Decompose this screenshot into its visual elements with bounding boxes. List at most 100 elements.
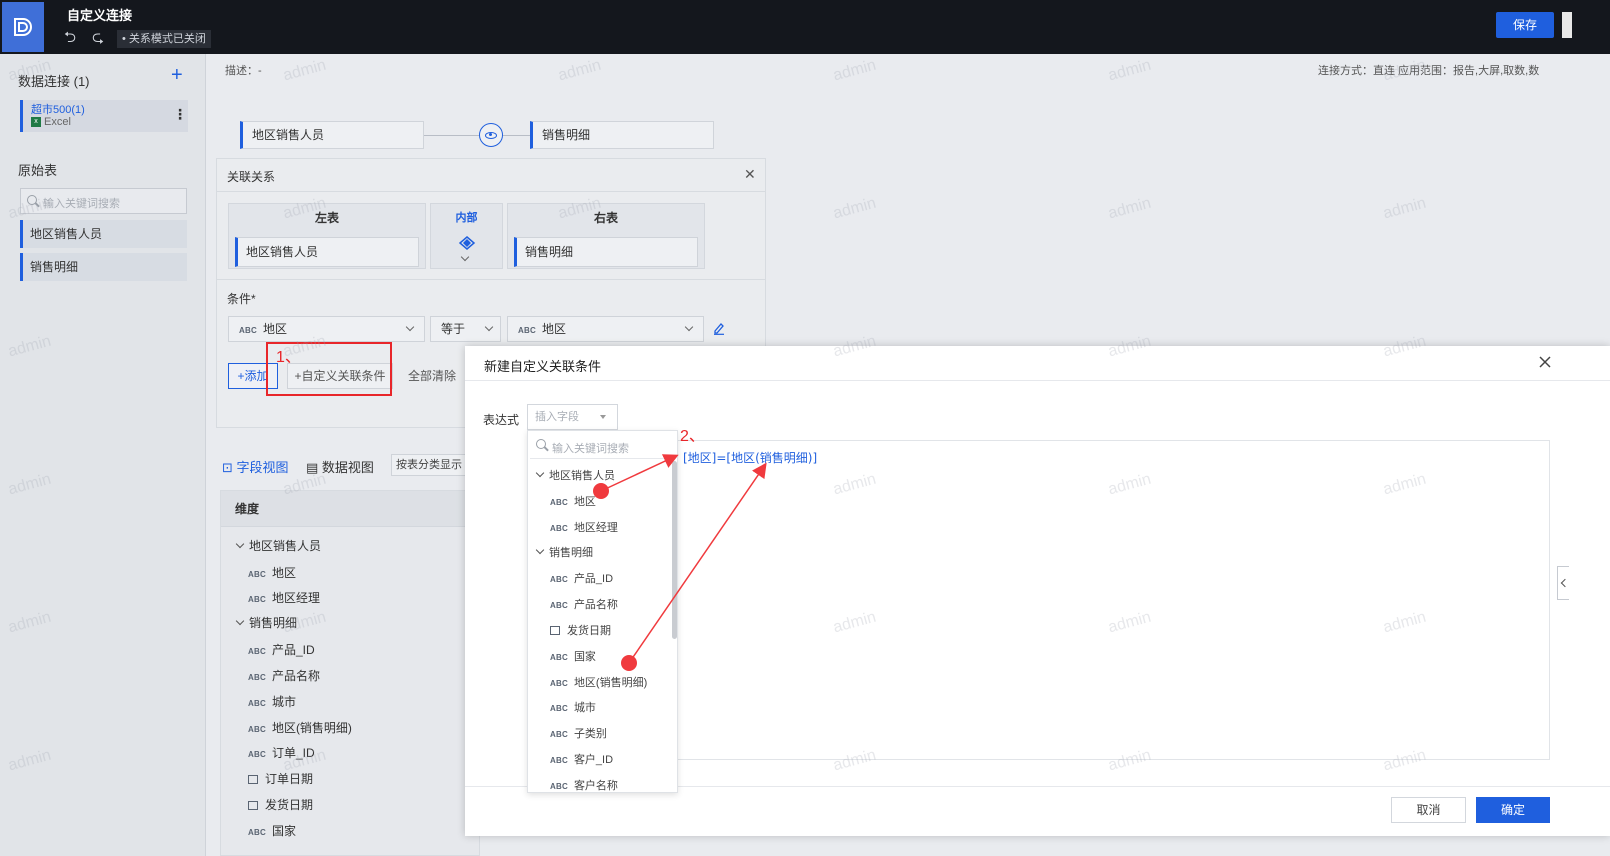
condition-left-select[interactable]: ABC 地区 — [228, 316, 425, 342]
close-icon[interactable]: ✕ — [744, 166, 756, 183]
chevron-down-icon — [405, 322, 415, 332]
dropdown-group[interactable]: 地区销售人员 — [535, 467, 615, 483]
text-field-icon: ABC — [550, 704, 568, 713]
relation-panel-title: 关联关系 — [227, 170, 276, 184]
dropdown-field[interactable]: ABC 城市 — [550, 699, 596, 715]
dropdown-field[interactable]: ABC 产品_ID — [550, 570, 613, 586]
text-field-icon: ABC — [248, 673, 266, 682]
dropdown-field[interactable]: ABC 产品名称 — [550, 596, 618, 612]
more-button-edge[interactable] — [1562, 12, 1572, 38]
insert-field-select[interactable]: 插入字段 — [527, 404, 618, 430]
expression-editor[interactable]: [地区]=[地区(销售明细)] — [677, 440, 1550, 760]
dropdown-field[interactable]: ABC 地区(销售明细) — [550, 674, 647, 690]
edit-icon[interactable] — [713, 321, 725, 335]
dropdown-field[interactable]: ABC 客户_ID — [550, 751, 613, 767]
dropdown-field[interactable]: ABC 地区经理 — [550, 519, 618, 535]
confirm-button[interactable]: 确定 — [1476, 797, 1550, 823]
search-icon — [536, 439, 546, 449]
dropdown-field[interactable]: ABC 地区 — [550, 493, 596, 509]
dropdown-scrollbar[interactable] — [672, 461, 677, 639]
save-button[interactable]: 保存 — [1496, 12, 1554, 38]
join-type-label: 内部 — [455, 212, 478, 224]
data-view-icon: ▤ — [306, 460, 319, 475]
join-type-column[interactable]: 内部 — [430, 203, 503, 269]
inner-join-icon — [458, 236, 476, 250]
field-view-icon: ⊡ — [222, 460, 233, 475]
right-table-field[interactable]: 销售明细 — [514, 237, 698, 267]
date-field-icon — [550, 626, 560, 635]
watermark: admin — [556, 56, 603, 85]
watermark: admin — [831, 194, 878, 223]
text-field-icon: ABC — [248, 699, 266, 708]
expression-label: 表达式 — [483, 413, 520, 427]
more-vertical-icon[interactable]: ⋮ — [173, 106, 187, 123]
add-connection-icon[interactable]: + — [171, 65, 183, 85]
relation-mode-toggle[interactable]: • 关系模式已关闭 — [117, 30, 211, 48]
table-item[interactable]: 销售明细 — [20, 253, 187, 281]
tree-field[interactable]: ABC 地区经理 — [248, 589, 320, 606]
condition-operator-select[interactable]: 等于 — [430, 316, 501, 342]
page-title: 自定义连接 — [67, 8, 133, 23]
condition-right-select[interactable]: ABC 地区 — [507, 316, 704, 342]
watermark: admin — [281, 56, 328, 85]
left-table-field[interactable]: 地区销售人员 — [235, 237, 419, 267]
chevron-down-icon — [535, 545, 545, 555]
undo-icon[interactable]: ⮌ — [64, 30, 76, 46]
tab-field-view[interactable]: ⊡ 字段视图 — [222, 457, 289, 476]
cancel-button[interactable]: 取消 — [1391, 797, 1466, 823]
chevron-down-icon — [235, 539, 245, 549]
tree-group[interactable]: 销售明细 — [235, 614, 297, 631]
close-icon[interactable] — [1538, 355, 1552, 369]
watermark: admin — [1106, 56, 1153, 85]
dropdown-field[interactable]: ABC 客户名称 — [550, 777, 618, 792]
text-field-icon: ABC — [239, 326, 257, 335]
tree-field[interactable]: 发货日期 — [248, 796, 313, 813]
excel-icon: x — [31, 117, 41, 127]
date-field-icon — [248, 775, 258, 784]
left-table-node[interactable]: 地区销售人员 — [240, 121, 424, 149]
tree-field[interactable]: ABC 订单_ID — [248, 744, 315, 761]
dropdown-search-input[interactable]: 输入关键词搜索 — [530, 433, 675, 459]
connection-card[interactable]: 超市500(1) x Excel ⋮ — [20, 100, 188, 132]
tree-field[interactable]: ABC 产品名称 — [248, 667, 320, 684]
text-field-icon: ABC — [248, 570, 266, 579]
dropdown-field[interactable]: ABC 子类别 — [550, 725, 607, 741]
app-logo[interactable] — [2, 2, 44, 52]
tree-field[interactable]: ABC 产品_ID — [248, 641, 315, 658]
clear-all-button[interactable]: 全部清除 — [402, 363, 462, 389]
tree-field[interactable]: ABC 地区(销售明细) — [248, 719, 352, 736]
right-table-column: 右表 销售明细 — [507, 203, 705, 269]
chevron-down-icon — [684, 322, 694, 332]
tree-field[interactable]: 订单日期 — [248, 770, 313, 787]
relation-eye-icon[interactable] — [479, 123, 503, 147]
table-search-input[interactable]: 输入关键词搜索 — [20, 188, 187, 214]
annotation-step-1: 1、 — [276, 349, 301, 366]
condition-label: 条件* — [227, 292, 256, 306]
tree-group[interactable]: 地区销售人员 — [235, 537, 321, 554]
table-item[interactable]: 地区销售人员 — [20, 220, 187, 248]
dimension-panel: 维度 地区销售人员 ABC 地区 ABC 地区经理 销售明细 ABC 产品_ID AB… — [220, 490, 480, 856]
tab-data-view[interactable]: ▤ 数据视图 — [306, 457, 374, 476]
raw-tables-title: 原始表 — [18, 163, 58, 178]
tree-field[interactable]: ABC 城市 — [248, 693, 296, 710]
redo-icon[interactable]: ⮎ — [92, 30, 104, 46]
right-table-node[interactable]: 销售明细 — [530, 121, 714, 149]
text-field-icon: ABC — [550, 653, 568, 662]
collapse-side-tab[interactable] — [1557, 566, 1569, 600]
tree-field[interactable]: ABC 地区 — [248, 564, 296, 581]
classify-by-table-toggle[interactable]: 按表分类显示 — [391, 454, 471, 476]
dropdown-group[interactable]: 销售明细 — [535, 544, 593, 560]
left-table-column: 左表 地区销售人员 — [228, 203, 426, 269]
text-field-icon: ABC — [550, 756, 568, 765]
dropdown-field[interactable]: 发货日期 — [550, 622, 611, 638]
chevron-down-icon — [460, 252, 470, 262]
text-field-icon: ABC — [248, 828, 266, 837]
logo-icon — [14, 18, 32, 36]
text-field-icon: ABC — [550, 524, 568, 533]
tree-field[interactable]: ABC 国家 — [248, 822, 296, 839]
watermark: admin — [831, 56, 878, 85]
left-table-header: 左表 — [314, 211, 339, 225]
dropdown-field[interactable]: ABC 国家 — [550, 648, 596, 664]
watermark: admin — [1106, 194, 1153, 223]
relation-line — [424, 135, 530, 136]
